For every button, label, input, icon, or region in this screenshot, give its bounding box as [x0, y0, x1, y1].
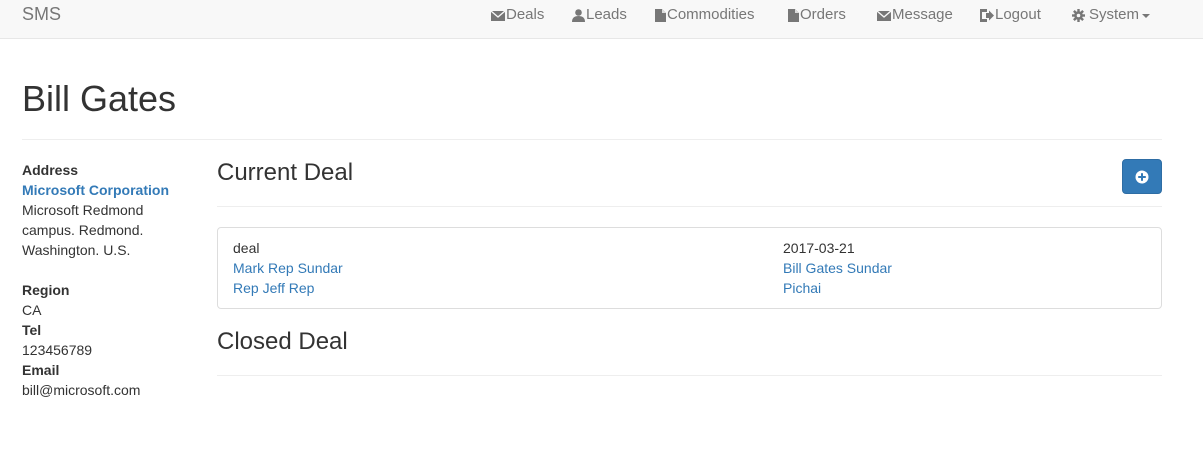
contact-details: Address Microsoft Corporation Microsoft …: [22, 160, 192, 400]
current-deal-divider: [217, 206, 1162, 207]
nav-message[interactable]: Message: [877, 5, 953, 25]
deal-link-pichai[interactable]: Pichai: [783, 278, 892, 298]
deal-card-right: 2017-03-21 Bill Gates Sundar Pichai: [783, 238, 892, 298]
nav-deals[interactable]: Deals: [491, 5, 544, 25]
nav-commodities-label: Commodities: [667, 6, 755, 23]
region-value: CA: [22, 302, 42, 318]
address-line: Microsoft Redmond: [22, 202, 144, 218]
nav-message-label: Message: [892, 6, 953, 23]
brand-link[interactable]: SMS: [22, 4, 61, 24]
email-value: bill@microsoft.com: [22, 382, 141, 398]
page-title: Bill Gates: [22, 78, 177, 119]
caret-down-icon: [1142, 13, 1151, 18]
email-label: Email: [22, 362, 60, 378]
tel-label: Tel: [22, 322, 42, 338]
gear-icon: [1072, 8, 1085, 22]
envelope-icon: [877, 9, 891, 21]
company-link[interactable]: Microsoft Corporation: [22, 180, 192, 200]
plus-circle-icon: [1135, 170, 1149, 183]
address-line: campus. Redmond.: [22, 222, 144, 238]
deal-link-bill-gates-sundar[interactable]: Bill Gates Sundar: [783, 258, 892, 278]
nav-orders-label: Orders: [800, 6, 846, 23]
nav-logout-label: Logout: [995, 6, 1041, 23]
deal-link-mark-rep-sundar[interactable]: Mark Rep Sundar: [233, 258, 343, 278]
nav-logout[interactable]: Logout: [980, 5, 1041, 25]
deal-name: deal: [233, 240, 260, 256]
address-label: Address: [22, 162, 79, 178]
deal-card-left: deal Mark Rep Sundar Rep Jeff Rep: [233, 238, 343, 298]
nav-commodities[interactable]: Commodities: [655, 5, 755, 25]
closed-deal-divider: [217, 375, 1162, 376]
user-icon: [572, 8, 585, 22]
file-icon: [655, 8, 666, 22]
deal-date: 2017-03-21: [783, 240, 855, 256]
nav-leads-label: Leads: [586, 6, 627, 23]
add-deal-button[interactable]: [1122, 159, 1162, 194]
nav-leads[interactable]: Leads: [572, 5, 627, 25]
tel-value: 123456789: [22, 342, 93, 358]
nav-deals-label: Deals: [506, 6, 545, 23]
deal-link-rep-jeff-rep[interactable]: Rep Jeff Rep: [233, 278, 343, 298]
file-icon: [788, 8, 799, 22]
address-line: Washington. U.S.: [22, 242, 131, 258]
envelope-icon: [491, 9, 505, 21]
logout-icon: [980, 8, 994, 22]
nav-system-dropdown[interactable]: System: [1072, 5, 1151, 25]
page-header-divider: [22, 139, 1162, 140]
closed-deal-title: Closed Deal: [217, 328, 348, 355]
navbar: SMS Deals Leads Commodities Orders Messa…: [0, 0, 1203, 39]
current-deal-title: Current Deal: [217, 159, 354, 186]
nav-system-label: System: [1089, 6, 1140, 23]
region-label: Region: [22, 282, 70, 298]
nav-orders[interactable]: Orders: [788, 5, 846, 25]
deal-card: deal Mark Rep Sundar Rep Jeff Rep 2017-0…: [217, 227, 1162, 309]
